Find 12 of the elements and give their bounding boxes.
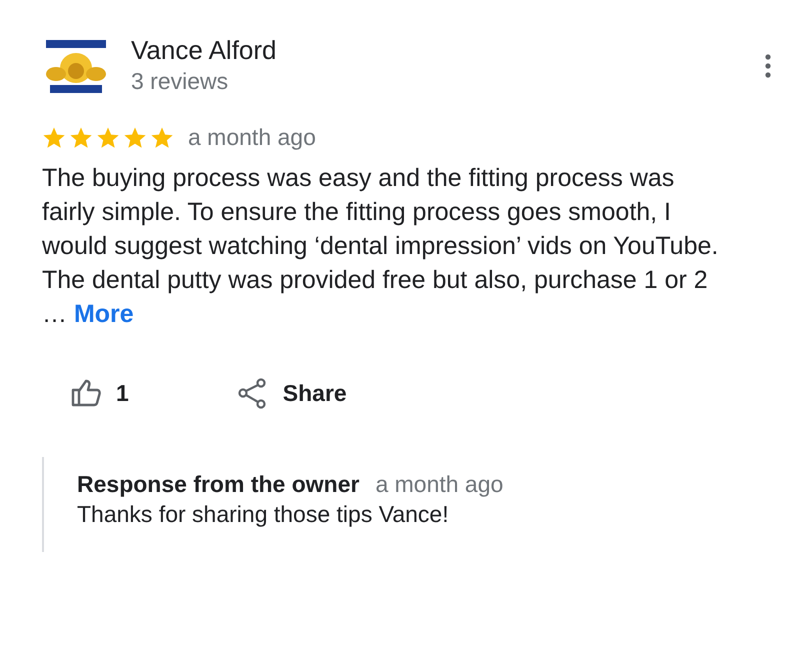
review-time: a month ago [188,124,316,151]
more-options-icon[interactable] [764,54,772,78]
response-time: a month ago [375,471,504,498]
response-title: Response from the owner [77,471,360,498]
more-link[interactable]: More [74,300,134,328]
review-text: The buying process was easy and the fitting process was fairly simple. To ensure the fitting process goes smooth, I would suggest watching ‘dental impression’ vids on YouTube. The dental putty was provided free but also, purchase 1 or 2 … More [42,163,720,330]
share-button[interactable]: Share [232,373,351,413]
review-count: 3 reviews [131,67,230,96]
reviewer-name[interactable]: Vance Alford [131,34,743,66]
thumbs-up-icon [70,377,102,409]
response-text: Thanks for sharing those tips Vance! [77,500,450,529]
like-button[interactable]: 1 [66,373,133,413]
